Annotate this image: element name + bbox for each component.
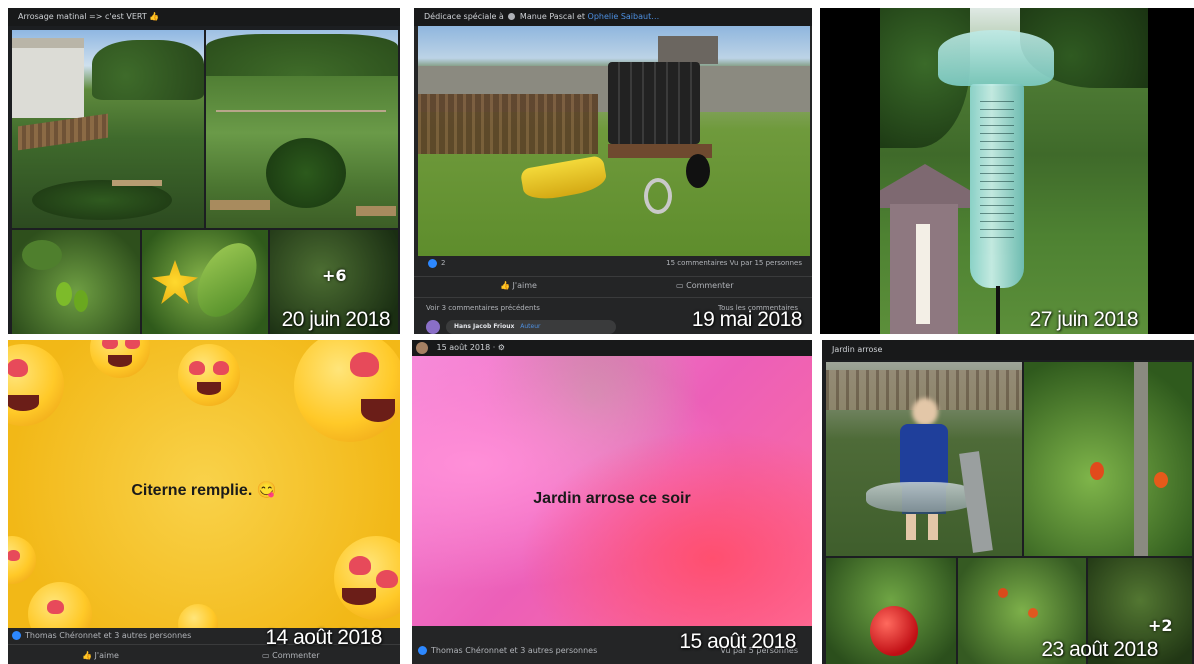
thermometer-box (880, 164, 970, 334)
photo-date: 14 août 2018 (265, 626, 382, 649)
post-message: Jardin arrose ce soir (533, 490, 691, 507)
post-header: Jardin arrose (822, 340, 1194, 360)
photo-date: 15 août 2018 (679, 630, 796, 653)
like-label: J'aime (94, 651, 119, 660)
comment-bubble: Hans Jacob Frioux Auteur (426, 320, 616, 334)
like-reaction-icon (418, 646, 427, 655)
emoji-heart-eyes-icon (178, 344, 240, 406)
zucchini-flower-photo[interactable] (142, 230, 268, 334)
mention-name-1[interactable]: Manue Pascal et (520, 12, 585, 21)
post-timestamp[interactable]: 15 août 2018 · ⚙ (437, 343, 505, 352)
reactions-row: 2 15 commentaires Vu par 15 personnes (428, 256, 802, 270)
post-caption: Jardin arrose (832, 345, 883, 354)
post-rain-gauge[interactable]: 27 juin 2018 (820, 8, 1194, 334)
water-tank-photo[interactable] (418, 26, 810, 256)
tomato-plants-photo[interactable] (1024, 362, 1192, 556)
post-jardin-arrose[interactable]: Jardin arrose +2 23 août 2018 (822, 340, 1194, 664)
more-photos-count[interactable]: +2 (1148, 616, 1173, 635)
post-caption-prefix: Dédicace spéciale à (424, 12, 504, 21)
post-jardin-arrose-ce-soir[interactable]: 15 août 2018 · ⚙ Jardin arrose ce soir T… (412, 340, 812, 664)
pepper-plant-photo[interactable] (12, 230, 140, 334)
garden-photo-1[interactable] (12, 30, 204, 228)
child-watering-photo[interactable] (826, 362, 1022, 556)
comments-stats[interactable]: 15 commentaires Vu par 15 personnes (666, 256, 802, 270)
gauge-tube (970, 84, 1024, 288)
photo-date: 27 juin 2018 (1029, 308, 1139, 331)
mention-name-2[interactable]: Ophelie Saibaut… (588, 12, 660, 21)
reactions-names[interactable]: Thomas Chéronnet et 3 autres personnes (25, 631, 191, 640)
photo-date: 20 juin 2018 (281, 308, 391, 331)
child-figure (896, 398, 950, 548)
photo-date: 19 mai 2018 (691, 308, 803, 331)
commenter-avatar[interactable] (426, 320, 440, 334)
like-button[interactable]: 👍 J'aime (82, 651, 119, 660)
post-header: 15 août 2018 · ⚙ (412, 340, 812, 356)
author-badge: Auteur (520, 323, 541, 330)
mention-icon (508, 13, 516, 20)
reactions-count[interactable]: 2 (441, 259, 445, 267)
previous-comments-link[interactable]: Voir 3 commentaires précédents (426, 304, 540, 312)
red-tomato-photo[interactable] (826, 558, 956, 664)
comment-label: Commenter (686, 281, 734, 290)
garden-photo-2[interactable] (206, 30, 398, 228)
action-row: 👍 J'aime ▭ Commenter (414, 276, 812, 298)
like-label: J'aime (512, 281, 537, 290)
post-citerne-remplie[interactable]: Citerne remplie. 😋 Thomas Chéronnet et 3… (8, 340, 400, 664)
avatar[interactable] (416, 341, 428, 354)
like-button[interactable]: 👍 J'aime (500, 281, 537, 290)
post-header: Dédicace spéciale à Manue Pascal et Ophe… (414, 8, 812, 26)
comment-button[interactable]: ▭ Commenter (262, 651, 320, 660)
like-reaction-icon (12, 631, 21, 640)
post-dedicace[interactable]: Dédicace spéciale à Manue Pascal et Ophe… (414, 8, 812, 334)
post-header: Arrosage matinal => c'est VERT 👍 (8, 8, 400, 26)
post-arrosage-matinal[interactable]: Arrosage matinal => c'est VERT 👍 +6 20 j… (8, 8, 400, 334)
rain-gauge-photo[interactable] (880, 8, 1148, 334)
like-reaction-icon (428, 258, 437, 268)
comment-button[interactable]: ▭ Commenter (676, 281, 734, 290)
gauge-funnel (938, 30, 1054, 86)
photo-date: 23 août 2018 (1041, 638, 1158, 661)
comment-label: Commenter (272, 651, 320, 660)
commenter-name[interactable]: Hans Jacob Frioux (454, 323, 514, 330)
reactions-names[interactable]: Thomas Chéronnet et 3 autres personnes (431, 646, 597, 655)
post-caption: Arrosage matinal => c'est VERT 👍 (18, 12, 160, 21)
post-message: Citerne remplie. 😋 (131, 482, 277, 499)
more-photos-count[interactable]: +6 (322, 266, 347, 285)
